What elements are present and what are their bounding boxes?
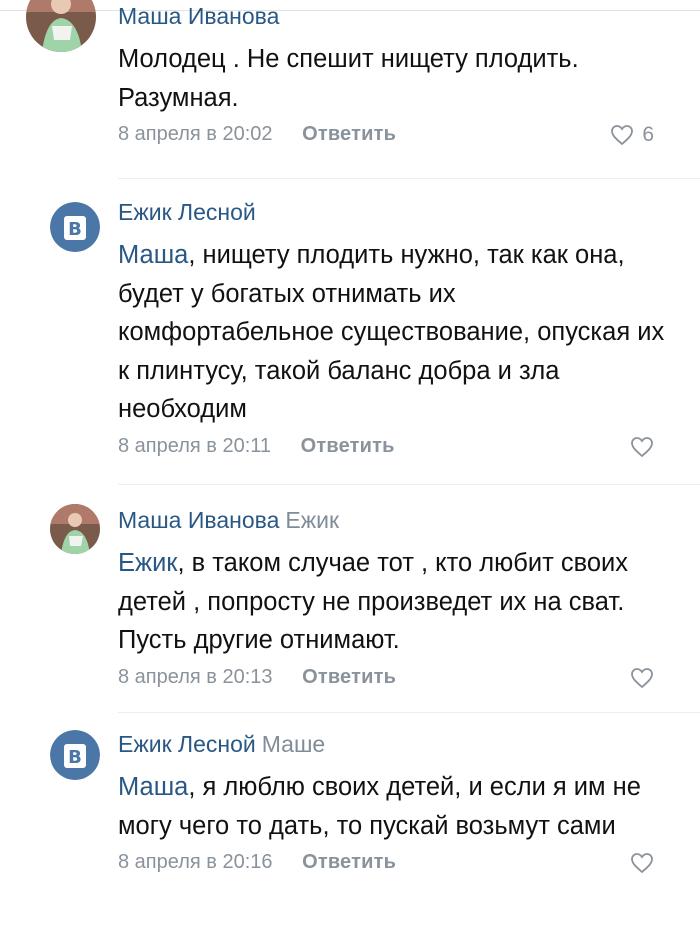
divider xyxy=(118,712,700,713)
comment-text: Маша, нищету плодить нужно, так как она,… xyxy=(118,236,672,429)
comment-header: Ежик Лесной Маше xyxy=(118,730,672,758)
heart-outline-icon xyxy=(611,125,634,146)
comment-text: Ежик, в таком случае тот , кто любит сво… xyxy=(118,544,672,660)
author-name[interactable]: Ежик Лесной xyxy=(118,199,256,225)
comment-text-body: , я люблю своих детей, и если я им не мо… xyxy=(118,773,641,840)
reply-to-name[interactable]: Ежик xyxy=(285,507,339,533)
svg-text:B: B xyxy=(68,747,82,768)
mention-link[interactable]: Маша xyxy=(118,241,188,269)
like-button[interactable] xyxy=(630,434,654,460)
vk-logo-icon: B xyxy=(50,202,100,252)
comment-date[interactable]: 8 апреля в 20:13 xyxy=(118,666,273,688)
mention-link[interactable]: Ежик xyxy=(118,549,177,577)
reply-button[interactable]: Ответить xyxy=(302,666,396,688)
comment-text-body: , нищету плодить нужно, так как она, буд… xyxy=(118,241,665,423)
heart-outline-icon xyxy=(631,436,653,457)
divider xyxy=(118,484,700,485)
like-button[interactable] xyxy=(630,665,654,691)
comment-date[interactable]: 8 апреля в 20:11 xyxy=(118,435,271,457)
comment-meta: 8 апреля в 20:16 Ответить xyxy=(118,847,672,877)
avatar[interactable] xyxy=(50,504,100,554)
comment-text: Маша, я люблю своих детей, и если я им н… xyxy=(118,768,672,845)
comment-text: Молодец . Не спешит нищету плодить. Разу… xyxy=(118,45,579,112)
reply-button[interactable]: Ответить xyxy=(302,851,396,873)
comment-header: Маша Иванова Ежик xyxy=(118,506,672,534)
comment-meta: 8 апреля в 20:11 Ответить xyxy=(118,431,672,461)
like-button[interactable]: 6 xyxy=(610,122,654,148)
svg-text:B: B xyxy=(68,219,82,240)
comment-text-body: , в таком случае тот , кто любит своих д… xyxy=(118,549,629,654)
comment-meta: 8 апреля в 20:13 Ответить xyxy=(118,662,672,692)
comment-header: Маша Иванова xyxy=(118,2,672,30)
author-name[interactable]: Маша Иванова xyxy=(118,3,279,29)
mention-link[interactable]: Маша xyxy=(118,773,188,801)
like-count: 6 xyxy=(642,123,654,146)
comment-header: Ежик Лесной xyxy=(118,198,672,226)
avatar[interactable]: B xyxy=(50,730,100,780)
vk-logo-icon: B xyxy=(50,730,100,780)
author-name[interactable]: Маша Иванова xyxy=(118,507,279,533)
comment-date[interactable]: 8 апреля в 20:02 xyxy=(118,123,273,145)
like-button[interactable] xyxy=(630,850,654,876)
reply-button[interactable]: Ответить xyxy=(302,123,396,145)
comment-date[interactable]: 8 апреля в 20:16 xyxy=(118,851,273,873)
heart-outline-icon xyxy=(631,667,653,688)
avatar[interactable]: B xyxy=(50,202,100,252)
divider xyxy=(118,178,700,179)
reply-to-name[interactable]: Маше xyxy=(262,731,325,757)
comment-meta: 8 апреля в 20:02 Ответить 6 xyxy=(118,119,672,149)
heart-outline-icon xyxy=(631,853,653,874)
avatar[interactable] xyxy=(26,0,96,52)
reply-button[interactable]: Ответить xyxy=(301,435,395,457)
author-name[interactable]: Ежик Лесной xyxy=(118,731,256,757)
